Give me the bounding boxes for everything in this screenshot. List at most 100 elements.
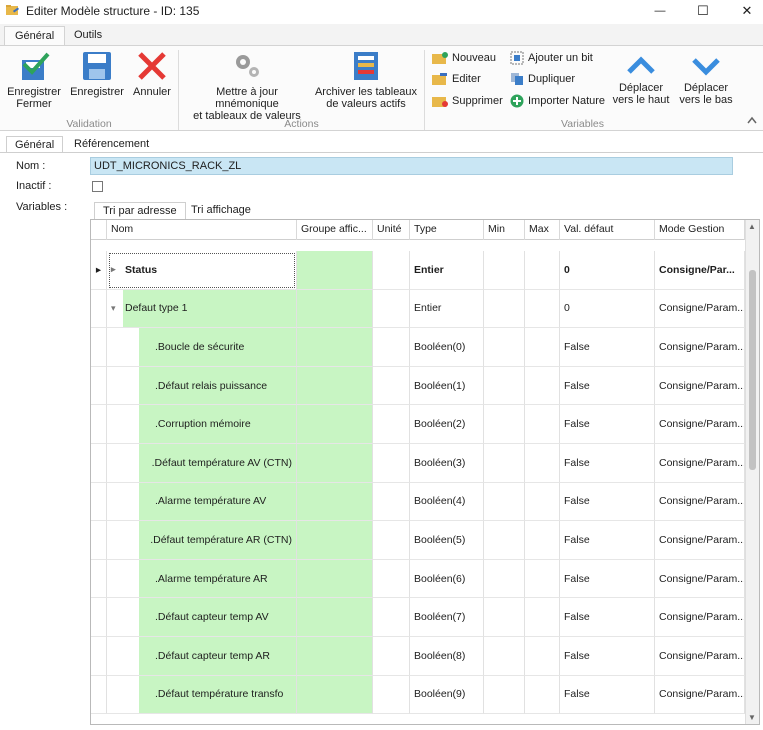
cell-type[interactable]: Booléen(4) bbox=[410, 482, 484, 522]
cell-max[interactable] bbox=[525, 598, 560, 637]
cell-max[interactable] bbox=[525, 405, 560, 444]
cell-type[interactable]: Booléen(0) bbox=[410, 328, 484, 367]
archive-tables-button[interactable]: Archiver les tableaux de valeurs actifs bbox=[314, 50, 418, 110]
cell-unite[interactable] bbox=[373, 559, 410, 599]
cell-min[interactable] bbox=[484, 328, 525, 367]
ribbon-tab-outils[interactable]: Outils bbox=[64, 26, 112, 46]
cell-groupe[interactable] bbox=[297, 521, 373, 560]
cell-mode-gestion[interactable]: Consigne/Param... bbox=[655, 289, 745, 329]
row-indicator[interactable] bbox=[91, 328, 107, 367]
cell-min[interactable] bbox=[484, 289, 525, 329]
cell-mode-gestion[interactable]: Consigne/Param... bbox=[655, 405, 745, 444]
cell-mode-gestion[interactable]: Consigne/Param... bbox=[655, 598, 745, 637]
table-row[interactable]: .Boucle de sécurite Booléen(0) False Consig… bbox=[91, 328, 745, 367]
row-indicator[interactable] bbox=[91, 405, 107, 444]
header-max[interactable]: Max bbox=[525, 220, 560, 240]
cell-mode-gestion[interactable]: Consigne/Param... bbox=[655, 482, 745, 522]
table-row[interactable]: .Défaut capteur temp AV Booléen(7) False Co… bbox=[91, 598, 745, 637]
cell-max[interactable] bbox=[525, 251, 560, 290]
cell-type[interactable]: Booléen(7) bbox=[410, 598, 484, 637]
cell-max[interactable] bbox=[525, 444, 560, 483]
table-row[interactable]: .Alarme température AR Booléen(6) False Con… bbox=[91, 559, 745, 599]
row-indicator[interactable] bbox=[91, 289, 107, 329]
cell-type[interactable]: Booléen(1) bbox=[410, 366, 484, 406]
move-up-button[interactable]: Déplacer vers le haut bbox=[608, 54, 674, 106]
tab-general[interactable]: Général bbox=[6, 136, 64, 153]
cell-unite[interactable] bbox=[373, 637, 410, 676]
cell-max[interactable] bbox=[525, 675, 560, 715]
cell-type[interactable]: Booléen(3) bbox=[410, 444, 484, 483]
new-variable-button[interactable]: Nouveau bbox=[432, 50, 496, 66]
cell-nom[interactable]: .Boucle de sécurite bbox=[107, 328, 297, 367]
cell-type[interactable]: Booléen(8) bbox=[410, 637, 484, 676]
cell-min[interactable] bbox=[484, 637, 525, 676]
edit-variable-button[interactable]: Editer bbox=[432, 71, 481, 87]
delete-variable-button[interactable]: Supprimer bbox=[432, 93, 503, 109]
cell-val-defaut[interactable]: 0 bbox=[560, 251, 655, 290]
header-min[interactable]: Min bbox=[484, 220, 525, 240]
row-indicator[interactable] bbox=[91, 482, 107, 522]
cell-groupe[interactable] bbox=[297, 328, 373, 367]
cell-nom[interactable]: .Défaut capteur temp AR bbox=[107, 637, 297, 676]
cell-nom[interactable]: .Alarme température AR bbox=[107, 559, 297, 599]
cell-unite[interactable] bbox=[373, 675, 410, 715]
cell-max[interactable] bbox=[525, 482, 560, 522]
cell-unite[interactable] bbox=[373, 598, 410, 637]
header-type[interactable]: Type bbox=[410, 220, 484, 240]
cell-max[interactable] bbox=[525, 521, 560, 560]
cell-groupe[interactable] bbox=[297, 251, 373, 290]
vertical-scrollbar[interactable]: ▲ ▼ bbox=[745, 220, 759, 724]
cell-val-defaut[interactable]: False bbox=[560, 444, 655, 483]
row-indicator[interactable] bbox=[91, 521, 107, 560]
table-row[interactable]: .Corruption mémoire Booléen(2) False Consig… bbox=[91, 405, 745, 444]
cell-val-defaut[interactable]: False bbox=[560, 482, 655, 522]
cell-groupe[interactable] bbox=[297, 366, 373, 406]
cell-min[interactable] bbox=[484, 521, 525, 560]
cell-type[interactable]: Booléen(9) bbox=[410, 675, 484, 715]
cell-mode-gestion[interactable]: Consigne/Param... bbox=[655, 521, 745, 560]
cell-groupe[interactable] bbox=[297, 405, 373, 444]
cell-max[interactable] bbox=[525, 328, 560, 367]
cell-unite[interactable] bbox=[373, 366, 410, 406]
header-val-defaut[interactable]: Val. défaut bbox=[560, 220, 655, 240]
cell-mode-gestion[interactable]: Consigne/Param... bbox=[655, 328, 745, 367]
cell-min[interactable] bbox=[484, 444, 525, 483]
cell-mode-gestion[interactable]: Consigne/Par... bbox=[655, 251, 745, 290]
tab-tri-affichage[interactable]: Tri affichage bbox=[183, 202, 259, 220]
cell-type[interactable]: Booléen(6) bbox=[410, 559, 484, 599]
row-indicator[interactable] bbox=[91, 598, 107, 637]
row-indicator[interactable] bbox=[91, 559, 107, 599]
cell-min[interactable] bbox=[484, 366, 525, 406]
import-nature-button[interactable]: Importer Nature bbox=[510, 93, 605, 109]
header-nom[interactable]: Nom bbox=[107, 220, 297, 240]
header-groupe[interactable]: Groupe affic... bbox=[297, 220, 373, 240]
nom-field[interactable]: UDT_MICRONICS_RACK_ZL bbox=[90, 157, 733, 175]
current-row-indicator-icon[interactable]: ▸ bbox=[91, 251, 107, 290]
maximize-button[interactable]: ☐ bbox=[680, 0, 726, 22]
cell-groupe[interactable] bbox=[297, 598, 373, 637]
cell-min[interactable] bbox=[484, 251, 525, 290]
tab-referencement[interactable]: Référencement bbox=[66, 136, 157, 153]
cell-mode-gestion[interactable]: Consigne/Param... bbox=[655, 366, 745, 406]
cell-groupe[interactable] bbox=[297, 444, 373, 483]
cell-max[interactable] bbox=[525, 637, 560, 676]
expand-toggle-icon[interactable]: ▸ bbox=[111, 264, 125, 275]
table-row[interactable]: .Défaut température transfo Booléen(9) Fal… bbox=[91, 675, 745, 715]
cell-unite[interactable] bbox=[373, 289, 410, 329]
cell-type[interactable]: Booléen(2) bbox=[410, 405, 484, 444]
cell-val-defaut[interactable]: False bbox=[560, 598, 655, 637]
cell-min[interactable] bbox=[484, 559, 525, 599]
ribbon-tab-general[interactable]: Général bbox=[4, 26, 66, 46]
save-button[interactable]: Enregistrer bbox=[68, 50, 126, 98]
cell-min[interactable] bbox=[484, 405, 525, 444]
cell-nom[interactable]: .Défaut capteur temp AV bbox=[107, 598, 297, 637]
scroll-down-arrow-icon[interactable]: ▼ bbox=[748, 713, 756, 722]
cell-groupe[interactable] bbox=[297, 289, 373, 329]
move-down-button[interactable]: Déplacer vers le bas bbox=[676, 54, 736, 106]
table-row[interactable]: ▾ Defaut type 1 Entier 0 Consigne/Param... bbox=[91, 289, 745, 329]
cell-val-defaut[interactable]: False bbox=[560, 405, 655, 444]
table-row[interactable]: ▸ ▸ Status Entier 0 Consigne/Par... bbox=[91, 251, 745, 290]
row-indicator[interactable] bbox=[91, 675, 107, 715]
cell-val-defaut[interactable]: False bbox=[560, 559, 655, 599]
cell-mode-gestion[interactable]: Consigne/Param... bbox=[655, 675, 745, 715]
